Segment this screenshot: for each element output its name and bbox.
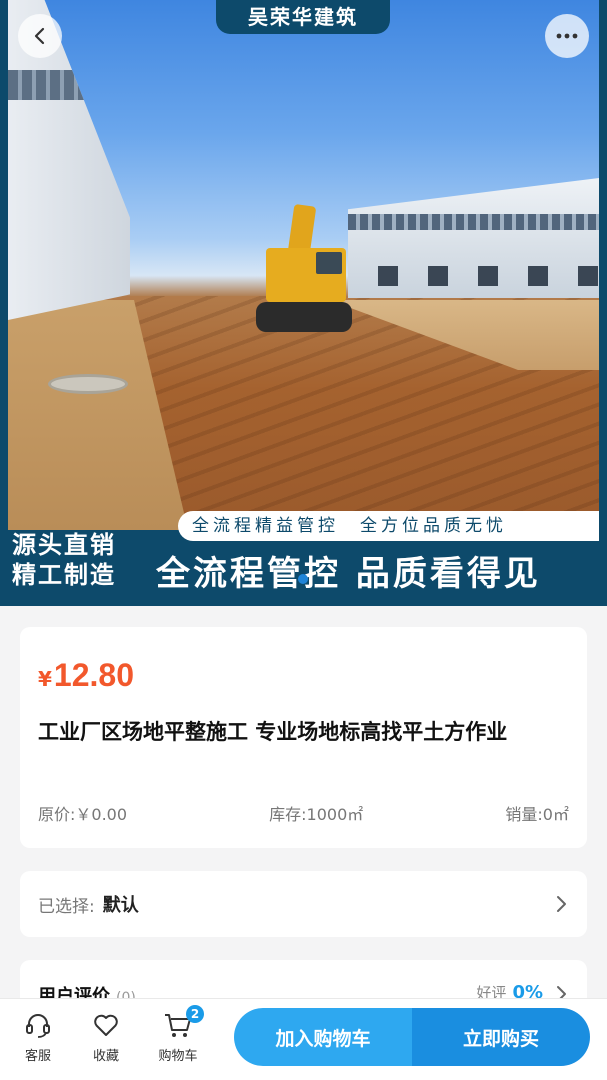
price-value: 12.80 <box>53 657 134 693</box>
back-button[interactable] <box>18 14 62 58</box>
stock: 库存:1000㎡ <box>269 805 364 824</box>
sales: 销量:0㎡ <box>505 805 569 824</box>
selection-value: 默认 <box>102 895 139 916</box>
price-currency: ¥ <box>38 667 52 691</box>
photo-excavator-cab <box>266 248 346 302</box>
more-button[interactable] <box>545 14 589 58</box>
chevron-right-icon <box>557 896 566 912</box>
slogan-left-line2: 精工制造 <box>12 561 116 589</box>
photo-building-right <box>348 178 599 298</box>
spec-selector[interactable]: 已选择: 默认 <box>20 871 587 937</box>
add-to-cart-button[interactable]: 加入购物车 <box>234 1008 412 1066</box>
purchase-actions: 加入购物车 立即购买 <box>234 1008 590 1066</box>
slogan-strip: 全流程精益管控 全方位品质无忧 <box>178 511 599 541</box>
product-image-carousel[interactable]: 吴荣华建筑 全流程精益管控 全方位品质无忧 源头直销 精工制造 全流程管控 品质… <box>0 0 607 606</box>
selection-label: 已选择: <box>38 896 95 917</box>
carousel-indicator[interactable] <box>298 574 308 584</box>
cart-label: 购物车 <box>158 1049 198 1064</box>
cart-count-badge: 2 <box>186 1005 204 1023</box>
product-meta: 原价:￥0.00 库存:1000㎡ 销量:0㎡ <box>38 801 569 825</box>
more-horizontal-icon <box>556 33 578 39</box>
buy-now-button[interactable]: 立即购买 <box>412 1008 590 1066</box>
brand-banner: 吴荣华建筑 <box>216 0 390 34</box>
slogan-left-line1: 源头直销 <box>12 531 116 559</box>
bottom-action-bar: 客服 收藏 2 购物车 加入购物车 立即购买 <box>0 998 607 1080</box>
product-info-card: ¥ 12.80 工业厂区场地平整施工 专业场地标高找平土方作业 原价:￥0.00… <box>20 627 587 848</box>
product-photo <box>8 0 599 530</box>
photo-manhole <box>48 374 128 394</box>
price-row: ¥ 12.80 <box>38 657 569 694</box>
chevron-left-icon <box>34 27 45 45</box>
cart-button[interactable]: 2 购物车 <box>148 1005 208 1064</box>
favorite-button[interactable]: 收藏 <box>76 1011 136 1064</box>
headset-icon <box>26 1014 50 1038</box>
slogan-left: 源头直销 精工制造 <box>12 530 152 590</box>
slogan-headline: 全流程管控 品质看得见 <box>156 554 541 594</box>
original-price: 原价:￥0.00 <box>38 805 128 824</box>
heart-icon <box>94 1014 118 1036</box>
photo-excavator-track <box>256 302 352 332</box>
service-label: 客服 <box>24 1049 51 1064</box>
customer-service-button[interactable]: 客服 <box>8 1011 68 1064</box>
product-title: 工业厂区场地平整施工 专业场地标高找平土方作业 <box>38 720 508 744</box>
favorite-label: 收藏 <box>92 1049 119 1064</box>
